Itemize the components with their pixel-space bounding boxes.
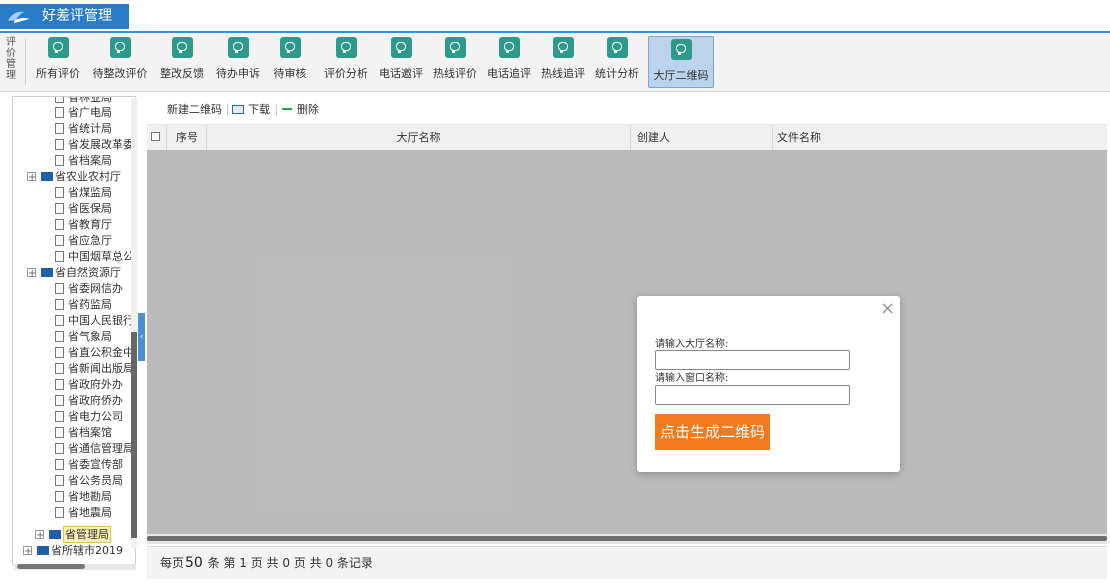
qrcode-dialog: × 请输入大厅名称: 请输入窗口名称: 点击生成二维码 [637,296,900,472]
tree-horizontal-scroll-thumb[interactable] [17,564,85,569]
document-icon [55,395,64,406]
pagination-text: 每页50 条 第 1 页 共 0 页 共 0 条记录 [160,554,373,572]
comment-icon [47,37,69,58]
toolbar-pending-appeal-button[interactable]: 待办申诉 [212,37,264,87]
minus-icon [282,108,292,110]
expand-icon[interactable] [27,266,36,281]
main-toolbar: 评价管理 所有评价 待整改评价 整改反馈 待办申诉 待审核 评价分析 电话邀评 … [0,33,1110,92]
column-creator[interactable]: 创建人 [631,125,773,150]
column-file-name[interactable]: 文件名称 [773,125,1107,150]
document-icon [55,427,64,438]
window-name-label: 请输入窗口名称: [655,373,729,384]
document-icon [55,315,64,326]
document-icon [55,187,64,198]
app-header: 好差评管理 [0,0,1110,33]
toolbar-hotline-review-button[interactable]: 热线评价 [430,37,480,87]
comment-icon [498,37,520,58]
app-title: 好差评管理 [42,8,112,24]
comment-icon [606,37,628,58]
toolbar-phone-followup-button[interactable]: 电话追评 [484,37,534,87]
expand-icon[interactable] [27,170,36,185]
document-icon [55,235,64,246]
document-icon [55,411,64,422]
document-icon [55,299,64,310]
select-all-cell[interactable] [147,125,167,150]
toolbar-pending-rectify-button[interactable]: 待整改评价 [89,37,151,87]
document-icon [55,379,64,390]
toolbar-group-label: 评价管理 [6,37,16,81]
page-size-select[interactable]: 50 [184,554,204,572]
toolbar-divider [25,39,26,85]
document-icon [55,363,64,374]
document-icon [55,107,64,118]
toolbar-divider [227,104,228,116]
window-name-input[interactable] [655,385,850,405]
modal-overlay [147,150,1107,534]
pagination-bar: 每页50 条 第 1 页 共 0 页 共 0 条记录 [147,546,1107,579]
document-icon [55,155,64,166]
document-icon [55,443,64,454]
select-all-checkbox[interactable] [151,132,160,141]
grid-toolbar: 新建二维码 下载 删除 [147,97,1107,124]
toolbar-statistics-button[interactable]: 统计分析 [592,37,642,87]
folder-icon [41,268,53,277]
document-icon [55,507,64,518]
document-icon [55,251,64,262]
app-title-tab[interactable]: 好差评管理 [0,4,129,29]
toolbar-phone-invite-button[interactable]: 电话邀评 [376,37,426,87]
new-qrcode-button[interactable]: 新建二维码 [167,103,222,116]
delete-button[interactable]: 删除 [282,103,319,116]
comment-icon [444,37,466,58]
chevron-left-icon: ‹ [139,332,144,342]
document-icon [55,283,64,294]
document-icon [55,459,64,470]
department-tree: 省林业局 省广电局 省统计局 省发展改革委 省档案局 省农业农村厅 省煤监局 省… [12,96,136,565]
comment-icon [552,37,574,58]
toolbar-divider [276,104,277,116]
comment-icon [670,39,692,60]
expand-icon[interactable] [23,544,32,559]
document-icon [55,331,64,342]
toolbar-review-analysis-button[interactable]: 评价分析 [321,37,371,87]
folder-icon [49,530,61,539]
download-icon [232,105,244,114]
column-hall-name[interactable]: 大厅名称 [207,125,631,150]
bird-logo-icon [8,11,30,23]
folder-icon [37,546,49,555]
toolbar-all-reviews-button[interactable]: 所有评价 [32,37,84,87]
toolbar-pending-audit-button[interactable]: 待审核 [268,37,312,87]
comment-icon [335,37,357,58]
document-icon [55,97,64,103]
generate-qrcode-button[interactable]: 点击生成二维码 [655,414,770,450]
grid-horizontal-scroll-thumb[interactable] [147,536,1107,541]
document-icon [55,475,64,486]
document-icon [55,491,64,502]
toolbar-hall-qrcode-button[interactable]: 大厅二维码 [648,36,714,88]
hall-name-input[interactable] [655,350,850,370]
column-seq[interactable]: 序号 [167,125,207,150]
grid-header: 序号 大厅名称 创建人 文件名称 [147,124,1107,151]
close-icon[interactable]: × [880,300,895,318]
document-icon [55,219,64,230]
tree-vertical-scroll-thumb[interactable] [131,332,137,538]
collapse-sidebar-handle[interactable]: ‹ [138,313,145,361]
document-icon [55,347,64,358]
folder-icon [41,172,53,181]
comment-icon [279,37,301,58]
document-icon [55,203,64,214]
toolbar-hotline-followup-button[interactable]: 热线追评 [538,37,588,87]
document-icon [55,139,64,150]
download-button[interactable]: 下载 [232,103,270,116]
comment-icon [227,37,249,58]
expand-icon[interactable] [35,528,44,543]
comment-icon [109,37,131,58]
comment-icon [390,37,412,58]
comment-icon [171,37,193,58]
toolbar-rectify-feedback-button[interactable]: 整改反馈 [155,37,209,87]
document-icon [55,123,64,134]
